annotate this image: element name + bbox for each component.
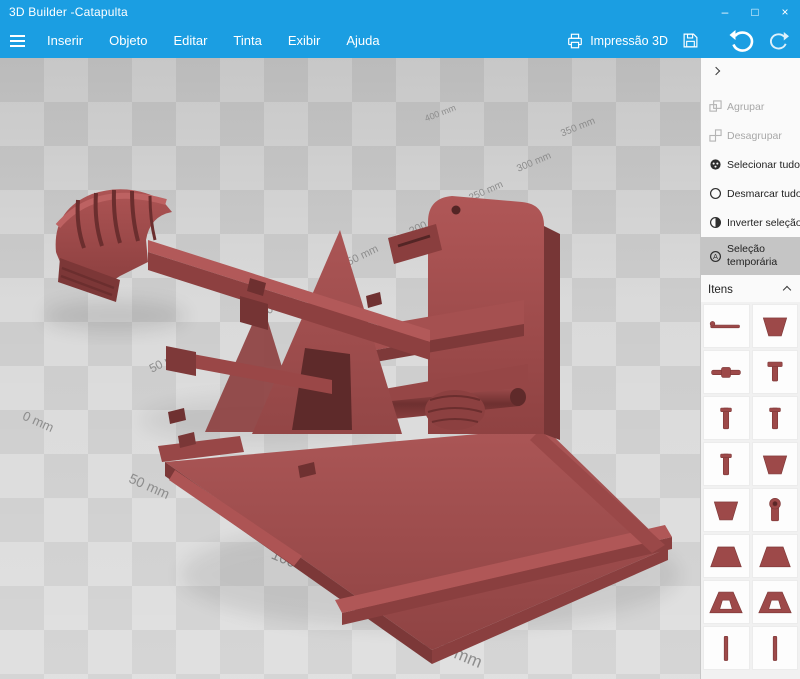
item-thumbnail-plate[interactable] — [751, 304, 798, 348]
item-thumbnail-peg[interactable] — [751, 350, 798, 394]
save-button[interactable] — [682, 32, 699, 49]
items-header: Itens — [701, 275, 800, 302]
panel-button-label: Inverter seleção — [727, 216, 800, 229]
menubar: Inserir Objeto Editar Tinta Exibir Ajuda… — [0, 23, 800, 58]
frame-part-icon — [709, 591, 743, 614]
item-thumbnail-plate-wide[interactable] — [703, 534, 750, 578]
panel-button-deselect-all[interactable]: Desmarcar tudo — [701, 179, 800, 208]
menu-editar[interactable]: Editar — [160, 23, 220, 58]
window-title: 3D Builder -Catapulta — [9, 4, 128, 19]
printer-3d-icon — [568, 33, 583, 48]
save-icon — [683, 33, 698, 48]
item-thumbnail-pin[interactable] — [703, 442, 750, 486]
plate-wide-part-icon — [710, 546, 742, 568]
peg-part-icon — [767, 361, 783, 382]
item-thumbnail-frame[interactable] — [751, 580, 798, 624]
chevron-right-icon — [711, 66, 721, 76]
plate-wide-part-icon — [759, 546, 791, 568]
hamburger-menu-icon[interactable] — [0, 23, 34, 58]
select-all-icon — [708, 158, 722, 171]
items-header-label: Itens — [708, 284, 733, 296]
pin-part-icon — [769, 407, 781, 430]
item-thumbnail-plate[interactable] — [703, 488, 750, 532]
item-thumbnail-plate[interactable] — [751, 442, 798, 486]
print-3d-label: Impressão 3D — [590, 33, 668, 48]
axle-part-icon — [711, 367, 741, 378]
item-thumbnail-axle[interactable] — [703, 350, 750, 394]
minimize-button[interactable]: – — [710, 0, 740, 23]
undo-icon — [729, 30, 754, 52]
menu-tinta[interactable]: Tinta — [220, 23, 274, 58]
panel-button-label: Desmarcar tudo — [727, 187, 800, 200]
catapult-model[interactable] — [0, 58, 700, 679]
deselect-all-icon — [708, 187, 722, 200]
undo-button[interactable] — [729, 29, 755, 52]
arm-part-icon — [710, 321, 741, 329]
window-controls: – □ × — [710, 0, 800, 23]
svg-text:A: A — [713, 252, 718, 261]
print-3d-button[interactable]: Impressão 3D — [566, 32, 668, 50]
invert-selection-icon — [708, 216, 722, 229]
hole-bracket-part-icon — [769, 497, 781, 522]
items-list — [701, 302, 800, 679]
panel-button-group[interactable]: Agrupar — [701, 92, 800, 121]
close-button[interactable]: × — [770, 0, 800, 23]
item-thumbnail-frame[interactable] — [703, 580, 750, 624]
panel-button-label: Agrupar — [727, 100, 765, 113]
pin-part-icon — [720, 407, 732, 430]
menu-inserir[interactable]: Inserir — [34, 23, 96, 58]
item-thumbnail-thin-pin[interactable] — [751, 626, 798, 670]
plate-part-icon — [762, 317, 787, 337]
frame-part-icon — [758, 591, 792, 614]
panel-button-label: Desagrupar — [727, 129, 782, 142]
plate-part-icon — [714, 501, 739, 521]
panel-button-temporary-selection[interactable]: A Seleção temporária — [701, 237, 800, 275]
menu-exibir[interactable]: Exibir — [275, 23, 334, 58]
panel-button-invert-selection[interactable]: Inverter seleção — [701, 208, 800, 237]
ungroup-icon — [708, 129, 722, 142]
item-thumbnail-arm[interactable] — [703, 304, 750, 348]
selection-tools: Agrupar Desagrupar Selecionar tudo Desmarca… — [701, 84, 800, 275]
plate-part-icon — [762, 455, 787, 475]
item-thumbnail-hole-bracket[interactable] — [751, 488, 798, 532]
menu-objeto[interactable]: Objeto — [96, 23, 160, 58]
panel-button-label: Selecionar tudo — [727, 158, 800, 171]
collapse-panel-button[interactable] — [701, 58, 800, 84]
3d-builder-window: 3D Builder -Catapulta – □ × Inserir Obje… — [0, 0, 800, 679]
item-thumbnail-pin[interactable] — [751, 396, 798, 440]
panel-button-select-all[interactable]: Selecionar tudo — [701, 150, 800, 179]
thin-pin-part-icon — [724, 635, 729, 661]
chevron-up-icon[interactable] — [782, 285, 792, 295]
panel-button-ungroup[interactable]: Desagrupar — [701, 121, 800, 150]
item-thumbnail-pin[interactable] — [703, 396, 750, 440]
titlebar: 3D Builder -Catapulta – □ × — [0, 0, 800, 23]
selection-panel: Agrupar Desagrupar Selecionar tudo Desmarca… — [700, 58, 800, 679]
temporary-selection-icon: A — [708, 250, 722, 263]
pin-part-icon — [720, 453, 732, 476]
redo-button[interactable] — [769, 31, 790, 50]
redo-icon — [770, 31, 789, 50]
item-thumbnail-thin-pin[interactable] — [703, 626, 750, 670]
3d-viewport[interactable]: 50 mm100 mm150 mm200 mm250 mm300 mm350 m… — [0, 58, 700, 679]
menu-ajuda[interactable]: Ajuda — [333, 23, 392, 58]
group-icon — [708, 100, 722, 113]
thin-pin-part-icon — [772, 635, 777, 661]
menubar-tools: Impressão 3D — [566, 29, 800, 52]
item-thumbnail-plate-wide[interactable] — [751, 534, 798, 578]
maximize-button[interactable]: □ — [740, 0, 770, 23]
panel-button-label: Seleção temporária — [727, 242, 778, 268]
